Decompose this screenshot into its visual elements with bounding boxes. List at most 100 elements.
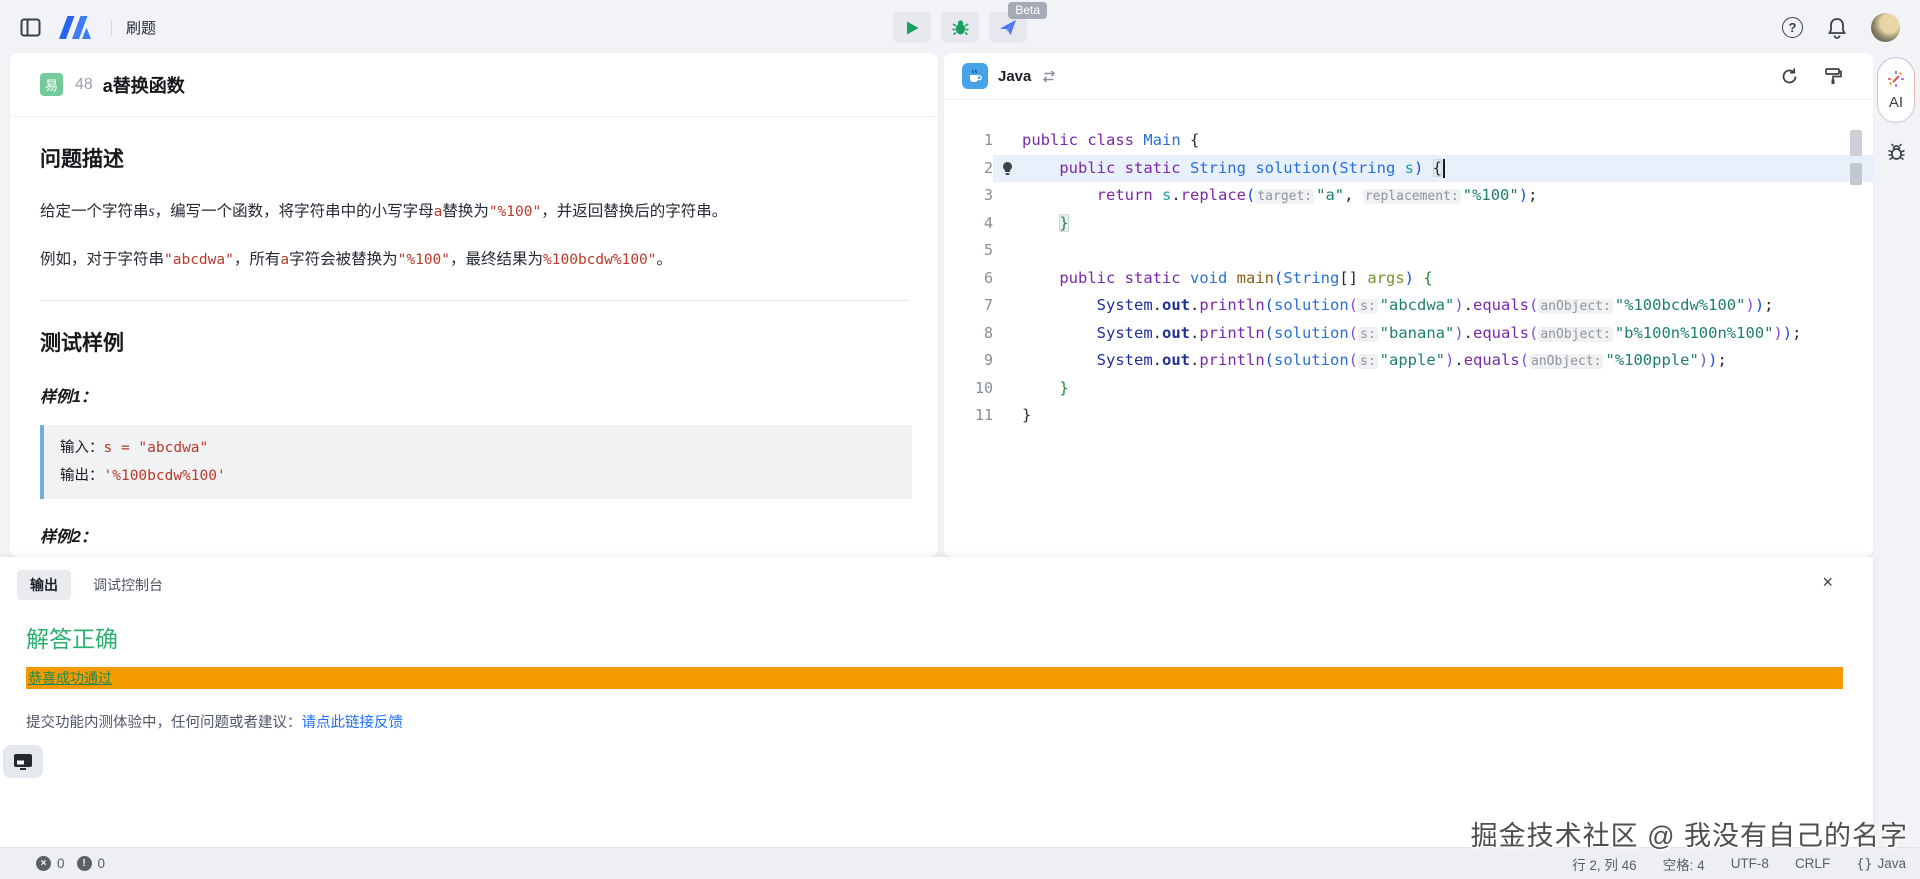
code-line[interactable]: 4 } <box>944 210 1873 238</box>
sample1-label: 样例1： <box>40 383 908 407</box>
code-line[interactable]: 10 } <box>944 375 1873 403</box>
text-segment <box>1022 324 1097 342</box>
text-segment: ) <box>1445 351 1454 369</box>
text-segment <box>1022 296 1097 314</box>
text-segment: . <box>1153 296 1162 314</box>
code-line[interactable]: 1public class Main { <box>944 127 1873 155</box>
text-segment: ( <box>1349 296 1358 314</box>
text-segment: 输出： <box>60 468 104 484</box>
code-line[interactable]: 8 System.out.println(solution(s:"banana"… <box>944 320 1873 348</box>
beta-badge: Beta <box>1008 2 1047 19</box>
cursor-position[interactable]: 行 2, 列 46 <box>1572 854 1637 874</box>
errors-icon[interactable]: × <box>36 856 51 871</box>
text-segment: s: <box>1358 327 1378 342</box>
text-segment: public static <box>1059 159 1190 177</box>
success-banner: 恭喜成功通过 <box>26 667 1843 689</box>
description-heading: 问题描述 <box>40 143 908 173</box>
text-segment <box>1022 186 1097 204</box>
warnings-icon[interactable]: ! <box>77 856 92 871</box>
text-segment: , <box>1344 186 1363 204</box>
text-segment: s <box>1162 186 1171 204</box>
divider <box>40 300 908 301</box>
text-segment: "a" <box>1316 186 1344 204</box>
text-segment: 给定一个字符串 <box>40 203 149 220</box>
text-segment <box>1022 351 1097 369</box>
submit-button[interactable]: Beta <box>989 12 1027 43</box>
code-text: } <box>1022 402 1031 430</box>
code-line-content: System.out.println(solution(s:"abcdwa").… <box>993 292 1873 320</box>
switch-language-icon[interactable] <box>1041 70 1057 83</box>
text-segment: ) <box>1708 351 1717 369</box>
text-segment: solution <box>1274 296 1349 314</box>
text-segment: out <box>1162 296 1190 314</box>
text-segment: 替换为 <box>442 203 489 220</box>
feedback-link[interactable]: 请点此链接反馈 <box>302 715 404 731</box>
code-line[interactable]: 3 return s.replace(target:"a", replaceme… <box>944 182 1873 210</box>
text-segment: } <box>1059 214 1068 232</box>
text-segment: ( <box>1265 351 1274 369</box>
code-line[interactable]: 7 System.out.println(solution(s:"abcdwa"… <box>944 292 1873 320</box>
text-segment: ) <box>1454 296 1463 314</box>
code-line-content: System.out.println(solution(s:"apple").e… <box>993 347 1873 375</box>
language-mode[interactable]: {}Java <box>1856 856 1906 872</box>
text-segment: s = "abcdwa" <box>104 440 209 456</box>
line-number: 4 <box>944 210 993 238</box>
text-segment: "banana" <box>1380 324 1455 342</box>
description-paragraph: 例如，对于字符串"abcdwa"，所有a字符会被替换为"%100"，最终结果为%… <box>40 247 908 273</box>
text-segment: ，编写一个函数，将字符串中的小写字母 <box>155 203 434 220</box>
scrollbar-thumb[interactable] <box>1850 130 1862 156</box>
text-segment: 字符会被替换为 <box>289 251 398 268</box>
result-title: 解答正确 <box>26 620 1873 654</box>
code-text: public static String solution(String s) … <box>1022 155 1445 183</box>
tab-output[interactable]: 输出 <box>17 570 71 600</box>
sidebar-toggle-icon[interactable] <box>20 18 41 37</box>
debug-button[interactable] <box>941 12 979 43</box>
code-line[interactable]: 9 System.out.println(solution(s:"apple")… <box>944 347 1873 375</box>
glyph-margin <box>993 347 1022 375</box>
notifications-bell-icon[interactable] <box>1827 17 1847 39</box>
code-area[interactable]: 1public class Main {2 public static Stri… <box>944 100 1873 557</box>
glyph-margin <box>993 320 1022 348</box>
text-segment: main <box>1237 269 1274 287</box>
text-segment <box>1022 379 1059 397</box>
glyph-margin <box>993 210 1022 238</box>
help-icon[interactable]: ? <box>1782 17 1803 38</box>
text-segment: ，所有 <box>234 251 281 268</box>
text-segment: ( <box>1520 351 1529 369</box>
code-text: System.out.println(solution(s:"apple").e… <box>1022 347 1727 375</box>
code-line[interactable]: 11} <box>944 402 1873 430</box>
text-segment: out <box>1162 324 1190 342</box>
close-console-icon[interactable]: × <box>1822 572 1833 593</box>
line-number: 3 <box>944 182 993 210</box>
indentation-setting[interactable]: 空格: 4 <box>1663 854 1705 874</box>
text-segment: . <box>1190 296 1199 314</box>
lightbulb-icon[interactable] <box>993 155 1022 183</box>
report-issue-icon[interactable] <box>1885 141 1908 169</box>
nav-label: 刷题 <box>126 17 156 38</box>
code-line[interactable]: 5 <box>944 237 1873 265</box>
ai-label: AI <box>1889 94 1903 111</box>
brand-logo-icon[interactable] <box>55 14 97 41</box>
text-segment: 例如，对于字符串 <box>40 251 164 268</box>
text-segment: public class <box>1022 131 1143 149</box>
text-segment: ) <box>1783 324 1792 342</box>
play-icon <box>905 20 920 36</box>
code-line[interactable]: 2 public static String solution(String s… <box>944 155 1873 183</box>
user-avatar[interactable] <box>1871 13 1900 42</box>
glyph-margin <box>993 127 1022 155</box>
text-segment <box>1022 214 1059 232</box>
run-button[interactable] <box>893 12 931 43</box>
screen-monitor-button[interactable] <box>3 745 43 778</box>
text-segment: ( <box>1265 296 1274 314</box>
encoding-setting[interactable]: UTF-8 <box>1731 856 1769 871</box>
ai-assistant-button[interactable]: AI <box>1877 57 1915 123</box>
code-line[interactable]: 6 public static void main(String[] args)… <box>944 265 1873 293</box>
text-segment: [] <box>1339 269 1367 287</box>
tab-debug-console[interactable]: 调试控制台 <box>93 575 163 595</box>
text-segment: println <box>1199 324 1264 342</box>
text-segment: System <box>1097 324 1153 342</box>
format-code-icon[interactable] <box>1823 67 1843 86</box>
text-segment: ( <box>1529 296 1538 314</box>
reset-code-icon[interactable] <box>1780 67 1799 86</box>
eol-setting[interactable]: CRLF <box>1795 856 1830 871</box>
